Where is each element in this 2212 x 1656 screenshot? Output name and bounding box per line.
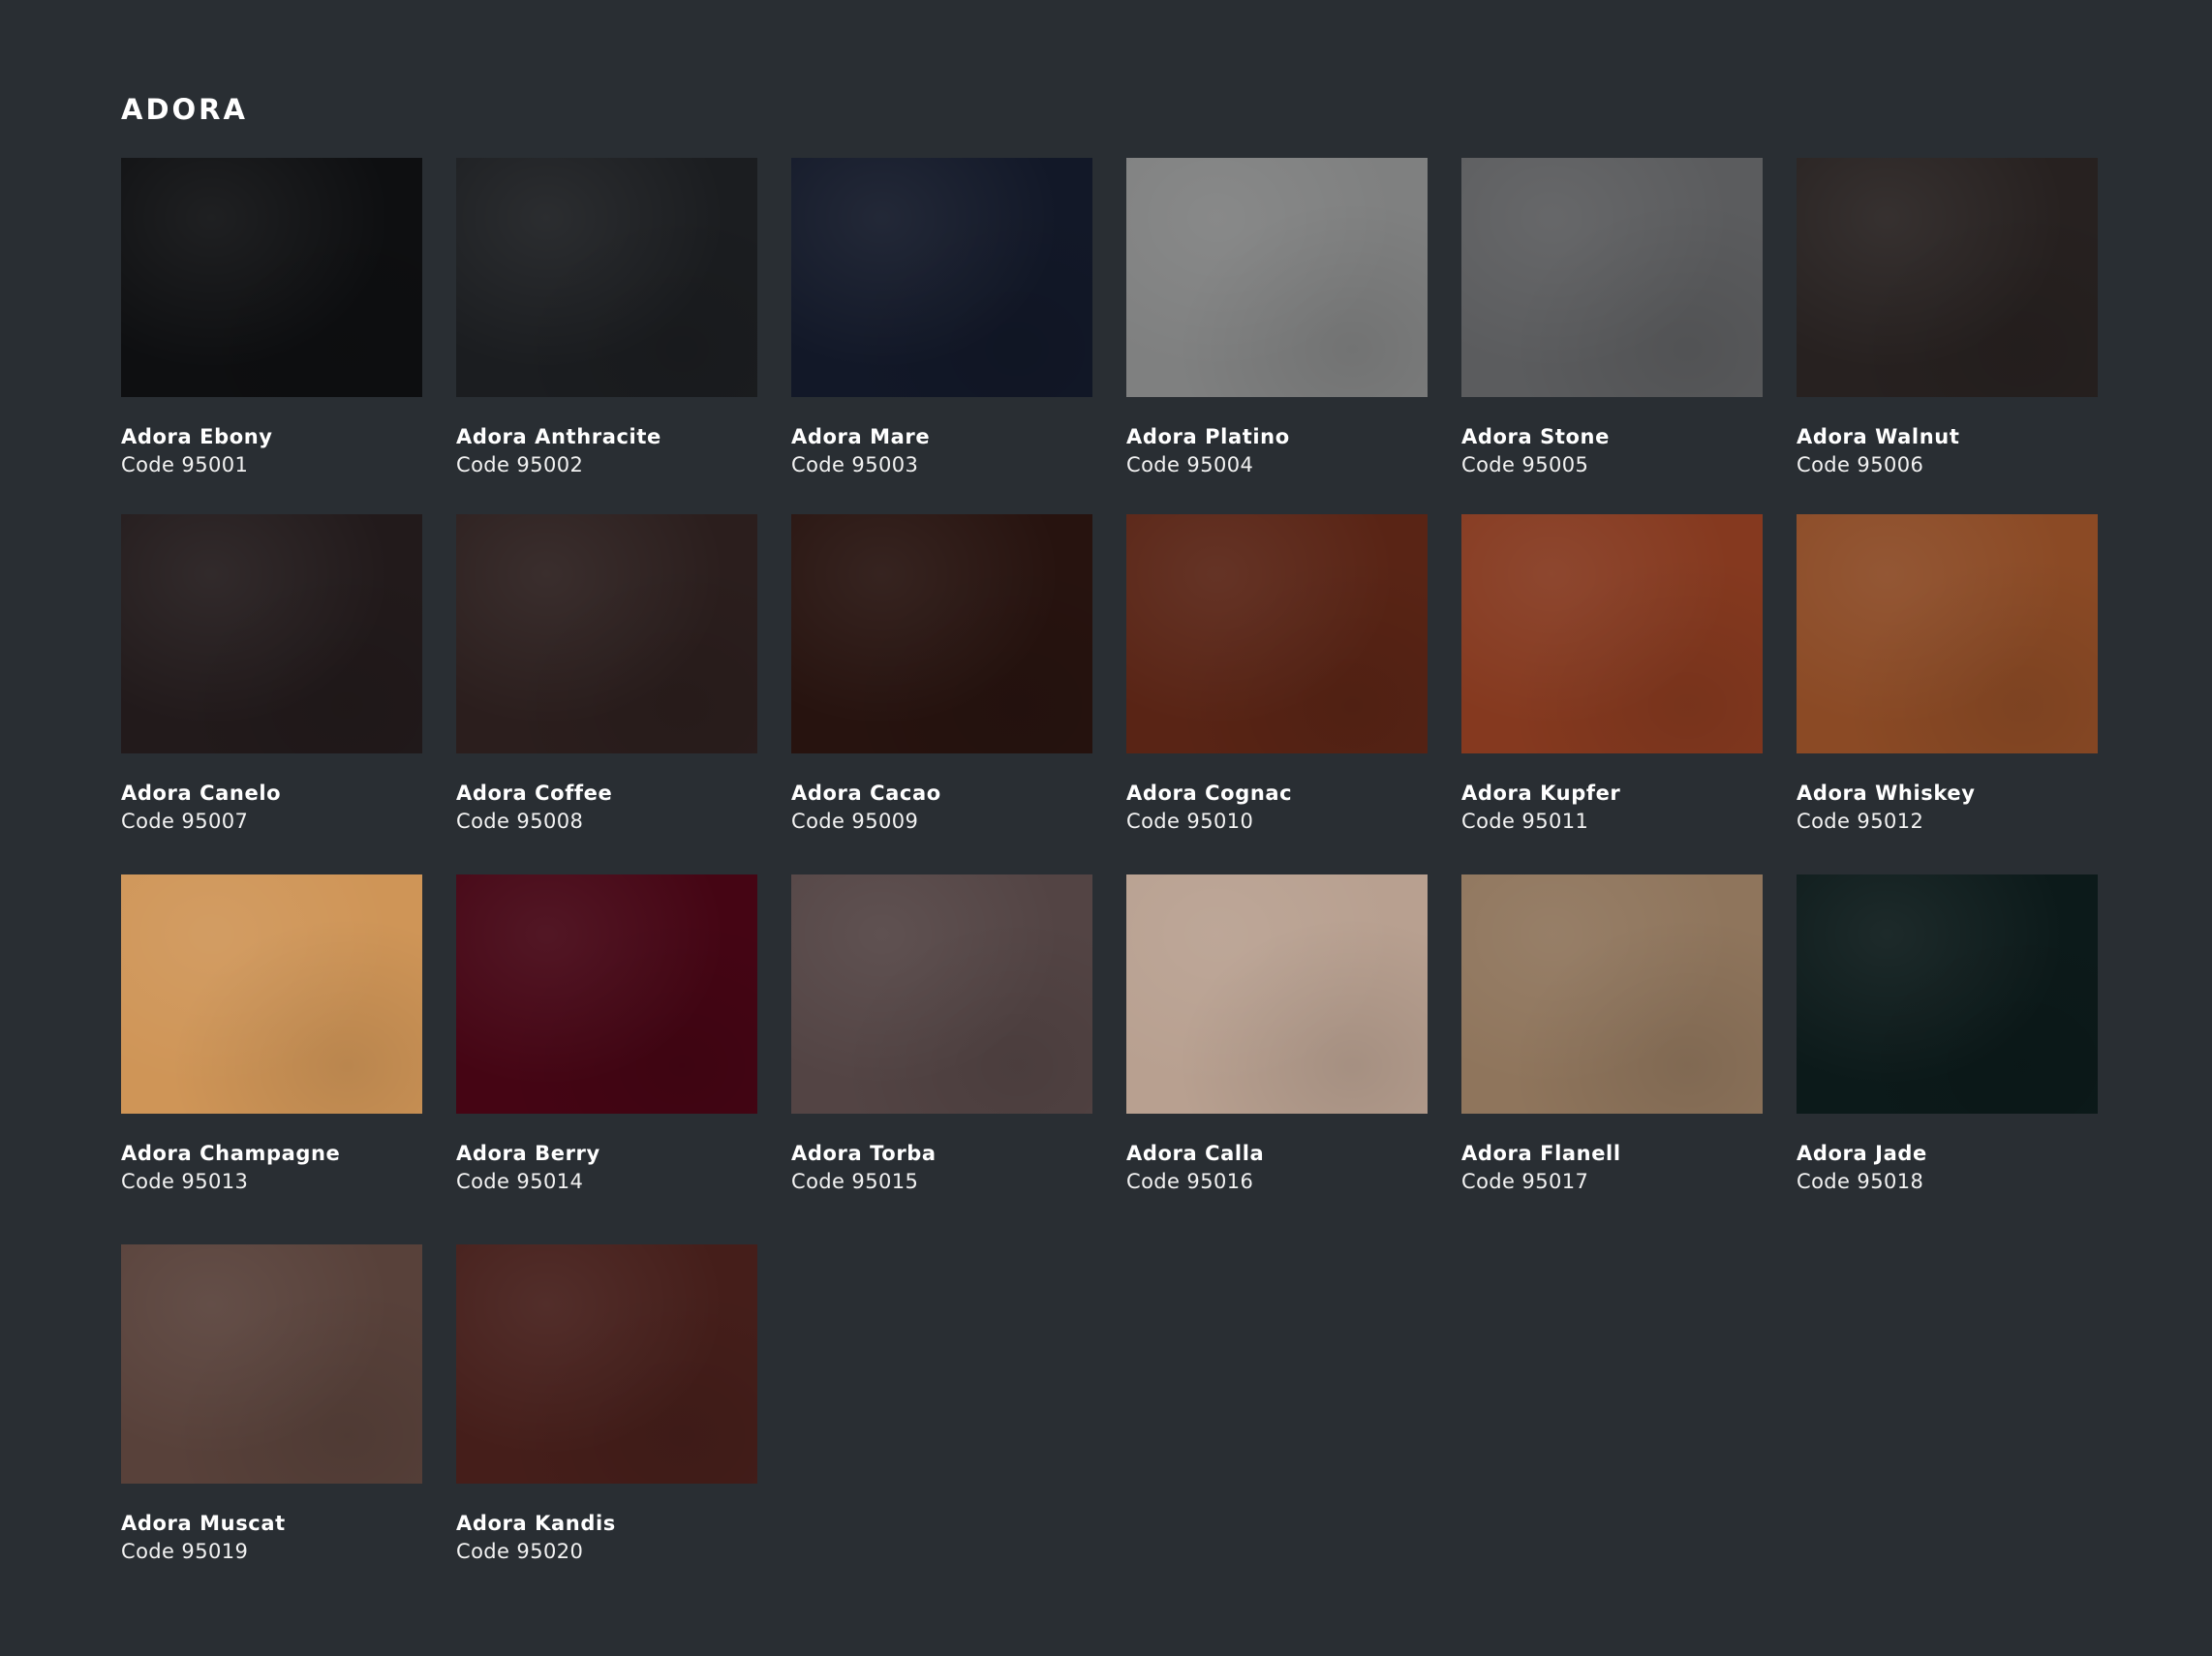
swatch-code: Code 95005 [1461, 453, 1589, 476]
color-swatch [121, 514, 422, 753]
swatch-name: Adora Cognac [1126, 782, 1293, 805]
swatch-name: Adora Mare [791, 425, 931, 448]
color-swatch [1461, 514, 1763, 753]
swatch-code: Code 95012 [1797, 810, 1924, 833]
swatch-card[interactable]: Adora Jade Code 95018 [1797, 874, 2098, 1244]
swatch-code: Code 95018 [1797, 1170, 1924, 1193]
color-swatch [791, 158, 1092, 397]
color-swatch [121, 1244, 422, 1484]
color-swatch [456, 514, 757, 753]
swatch-name: Adora Ebony [121, 425, 273, 448]
color-swatch [121, 158, 422, 397]
color-swatch [1126, 158, 1428, 397]
swatch-code: Code 95006 [1797, 453, 1924, 476]
swatch-code: Code 95020 [456, 1540, 584, 1563]
swatch-name: Adora Canelo [121, 782, 282, 805]
swatch-card[interactable]: Adora Anthracite Code 95002 [456, 158, 757, 514]
swatch-code: Code 95007 [121, 810, 249, 833]
swatch-name: Adora Kandis [456, 1512, 616, 1535]
color-swatch [456, 158, 757, 397]
swatch-code: Code 95003 [791, 453, 919, 476]
swatch-card[interactable]: Adora Platino Code 95004 [1126, 158, 1428, 514]
swatch-code: Code 95011 [1461, 810, 1589, 833]
swatch-code: Code 95010 [1126, 810, 1254, 833]
swatch-card[interactable]: Adora Coffee Code 95008 [456, 514, 757, 874]
swatch-name: Adora Cacao [791, 782, 941, 805]
swatch-name: Adora Champagne [121, 1142, 341, 1165]
swatch-name: Adora Torba [791, 1142, 937, 1165]
swatch-card[interactable]: Adora Berry Code 95014 [456, 874, 757, 1244]
color-swatch [1797, 514, 2098, 753]
swatch-code: Code 95004 [1126, 453, 1254, 476]
swatch-card[interactable]: Adora Flanell Code 95017 [1461, 874, 1763, 1244]
swatch-card[interactable]: Adora Muscat Code 95019 [121, 1244, 422, 1601]
swatch-card[interactable]: Adora Cacao Code 95009 [791, 514, 1092, 874]
swatch-code: Code 95017 [1461, 1170, 1589, 1193]
swatch-name: Adora Platino [1126, 425, 1290, 448]
color-swatch [456, 1244, 757, 1484]
swatch-card[interactable]: Adora Torba Code 95015 [791, 874, 1092, 1244]
swatch-name: Adora Coffee [456, 782, 613, 805]
swatch-name: Adora Flanell [1461, 1142, 1621, 1165]
swatch-code: Code 95013 [121, 1170, 249, 1193]
color-swatch [456, 874, 757, 1114]
color-swatch [1797, 158, 2098, 397]
swatch-code: Code 95001 [121, 453, 249, 476]
swatch-name: Adora Calla [1126, 1142, 1265, 1165]
swatch-name: Adora Muscat [121, 1512, 286, 1535]
swatch-card[interactable]: Adora Canelo Code 95007 [121, 514, 422, 874]
color-swatch [1126, 514, 1428, 753]
swatch-code: Code 95019 [121, 1540, 249, 1563]
color-swatch [1797, 874, 2098, 1114]
swatch-name: Adora Anthracite [456, 425, 661, 448]
swatch-card[interactable]: Adora Stone Code 95005 [1461, 158, 1763, 514]
swatch-name: Adora Stone [1461, 425, 1610, 448]
swatch-name: Adora Berry [456, 1142, 600, 1165]
swatch-card[interactable]: Adora Kupfer Code 95011 [1461, 514, 1763, 874]
swatch-code: Code 95015 [791, 1170, 919, 1193]
swatch-code: Code 95008 [456, 810, 584, 833]
swatch-name: Adora Jade [1797, 1142, 1927, 1165]
swatch-name: Adora Kupfer [1461, 782, 1621, 805]
swatch-card[interactable]: Adora Calla Code 95016 [1126, 874, 1428, 1244]
color-swatch [791, 514, 1092, 753]
swatch-card[interactable]: Adora Ebony Code 95001 [121, 158, 422, 514]
swatch-card[interactable]: Adora Cognac Code 95010 [1126, 514, 1428, 874]
page-title: ADORA [121, 93, 248, 126]
color-swatch [1461, 158, 1763, 397]
swatch-card[interactable]: Adora Whiskey Code 95012 [1797, 514, 2098, 874]
color-swatch [1461, 874, 1763, 1114]
swatch-grid: Adora Ebony Code 95001 Adora Anthracite … [121, 158, 2099, 1601]
swatch-code: Code 95009 [791, 810, 919, 833]
swatch-name: Adora Whiskey [1797, 782, 1976, 805]
color-swatch [791, 874, 1092, 1114]
swatch-name: Adora Walnut [1797, 425, 1960, 448]
swatch-code: Code 95002 [456, 453, 584, 476]
swatch-code: Code 95016 [1126, 1170, 1254, 1193]
color-swatch [1126, 874, 1428, 1114]
swatch-card[interactable]: Adora Mare Code 95003 [791, 158, 1092, 514]
swatch-card[interactable]: Adora Champagne Code 95013 [121, 874, 422, 1244]
color-swatch [121, 874, 422, 1114]
swatch-code: Code 95014 [456, 1170, 584, 1193]
swatch-card[interactable]: Adora Kandis Code 95020 [456, 1244, 757, 1601]
swatch-card[interactable]: Adora Walnut Code 95006 [1797, 158, 2098, 514]
